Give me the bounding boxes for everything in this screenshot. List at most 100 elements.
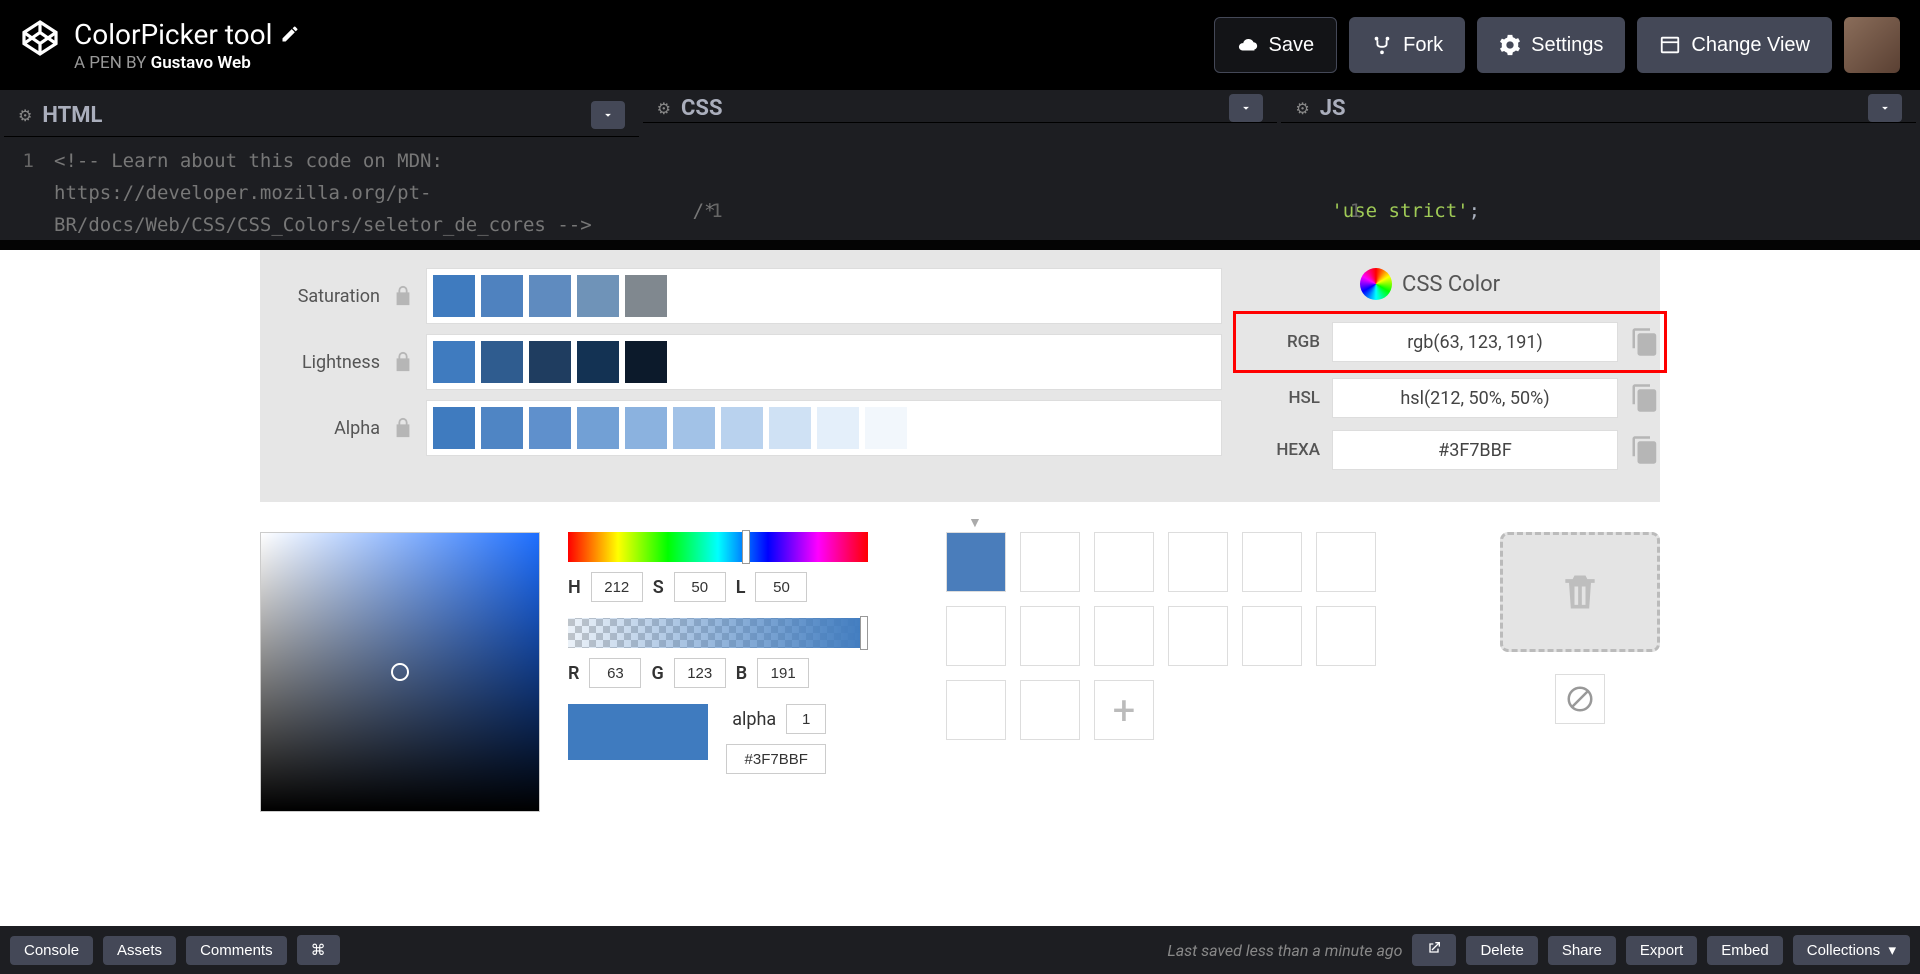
swatch[interactable] [481,275,523,317]
swatch[interactable] [433,275,475,317]
gear-icon[interactable]: ⚙ [657,99,671,118]
swatch[interactable] [625,341,667,383]
cloud-icon [1237,34,1259,56]
alpha-slider[interactable] [568,618,868,648]
sample-swatch[interactable] [1168,606,1228,666]
hex-input[interactable] [726,744,826,774]
panel-menu-button[interactable] [591,101,625,129]
swatch[interactable] [625,407,667,449]
comments-button[interactable]: Comments [186,936,287,965]
hue-slider[interactable] [568,532,868,562]
html-editor[interactable]: 1<!-- Learn about this code on MDN: http… [4,137,639,240]
swatch[interactable] [721,407,763,449]
b-input[interactable] [757,658,809,688]
swatch[interactable] [481,341,523,383]
alpha-input[interactable] [786,704,826,734]
copy-icon[interactable] [1630,383,1660,413]
author-link[interactable]: Gustavo Web [151,53,251,73]
save-status: Last saved less than a minute ago [1167,941,1402,960]
byline-prefix: A PEN BY [74,53,151,73]
user-avatar[interactable] [1844,17,1900,73]
swatch[interactable] [577,341,619,383]
sample-swatch[interactable] [946,680,1006,740]
sample-swatch[interactable] [1094,532,1154,592]
save-button[interactable]: Save [1214,17,1338,73]
sample-swatch[interactable] [946,606,1006,666]
hsl-value[interactable]: hsl(212, 50%, 50%) [1332,378,1618,418]
shortcuts-button[interactable]: ⌘ [297,935,340,965]
light-label: Lightness [260,352,380,373]
sample-swatch[interactable] [1242,532,1302,592]
swatch[interactable] [529,407,571,449]
swatch[interactable] [673,407,715,449]
js-editor[interactable]: 1'use strict'; 2 3var UIColorPicker = (f… [1281,123,1916,240]
hue-knob[interactable] [742,530,750,564]
gear-icon[interactable]: ⚙ [1295,99,1309,118]
console-button[interactable]: Console [10,936,93,965]
swatch[interactable] [577,275,619,317]
sample-swatch[interactable] [1316,606,1376,666]
collections-button[interactable]: Collections ▾ [1793,935,1910,965]
sample-swatch[interactable] [1020,606,1080,666]
gear-icon[interactable]: ⚙ [18,106,32,125]
embed-button[interactable]: Embed [1707,936,1783,965]
panel-menu-button[interactable] [1868,94,1902,122]
assets-button[interactable]: Assets [103,936,176,965]
rgb-value[interactable]: rgb(63, 123, 191) [1332,322,1618,362]
r-input[interactable] [589,658,641,688]
delete-button[interactable]: Delete [1466,936,1537,965]
swatch[interactable] [625,275,667,317]
swatch[interactable] [529,275,571,317]
change-view-button[interactable]: Change View [1637,17,1832,73]
rgb-row: RGB rgb(63, 123, 191) [1240,318,1660,366]
swatch[interactable] [433,407,475,449]
export-button[interactable]: Export [1626,936,1697,965]
panel-menu-button[interactable] [1229,94,1263,122]
sample-swatch[interactable] [1020,680,1080,740]
current-swatch[interactable] [568,704,708,760]
fork-button[interactable]: Fork [1349,17,1465,73]
swatch[interactable] [577,407,619,449]
g-input[interactable] [674,658,726,688]
codepen-logo-icon[interactable] [20,18,60,58]
sat-light-picker[interactable] [260,532,540,812]
sample-swatch[interactable] [1168,532,1228,592]
css-editor[interactable]: 1/* 2 * COLOR PICKER TOOL 3 */ 4 [643,123,1278,240]
picker-cursor[interactable] [391,663,409,681]
chevron-down-icon [601,108,615,122]
pencil-icon[interactable] [280,24,300,44]
h-input[interactable] [591,572,643,602]
lock-icon[interactable] [392,351,414,373]
l-input[interactable] [755,572,807,602]
hex-value[interactable]: #3F7BBF [1332,430,1618,470]
layout-icon [1659,34,1681,56]
gear-icon [1499,34,1521,56]
swatch[interactable] [481,407,523,449]
copy-icon[interactable] [1630,327,1660,357]
s-input[interactable] [674,572,726,602]
lock-icon[interactable] [392,417,414,439]
open-new-button[interactable] [1412,934,1456,966]
lock-icon[interactable] [392,285,414,307]
alpha-knob[interactable] [860,616,868,650]
trash-dropzone[interactable] [1500,532,1660,652]
sample-swatch[interactable] [1020,532,1080,592]
settings-button[interactable]: Settings [1477,17,1625,73]
sample-swatch[interactable] [946,532,1006,592]
swatch[interactable] [817,407,859,449]
alpha-swatches [426,400,1222,456]
add-sample-button[interactable]: + [1094,680,1154,740]
sample-swatch[interactable] [1316,532,1376,592]
swatch[interactable] [865,407,907,449]
fork-icon [1371,34,1393,56]
share-button[interactable]: Share [1548,936,1616,965]
copy-icon[interactable] [1630,435,1660,465]
sample-swatch[interactable] [1094,606,1154,666]
swatch[interactable] [769,407,811,449]
no-color-button[interactable] [1555,674,1605,724]
pen-title[interactable]: ColorPicker tool [74,18,272,51]
swatch[interactable] [529,341,571,383]
swatch[interactable] [433,341,475,383]
sat-label: Saturation [260,286,380,307]
sample-swatch[interactable] [1242,606,1302,666]
